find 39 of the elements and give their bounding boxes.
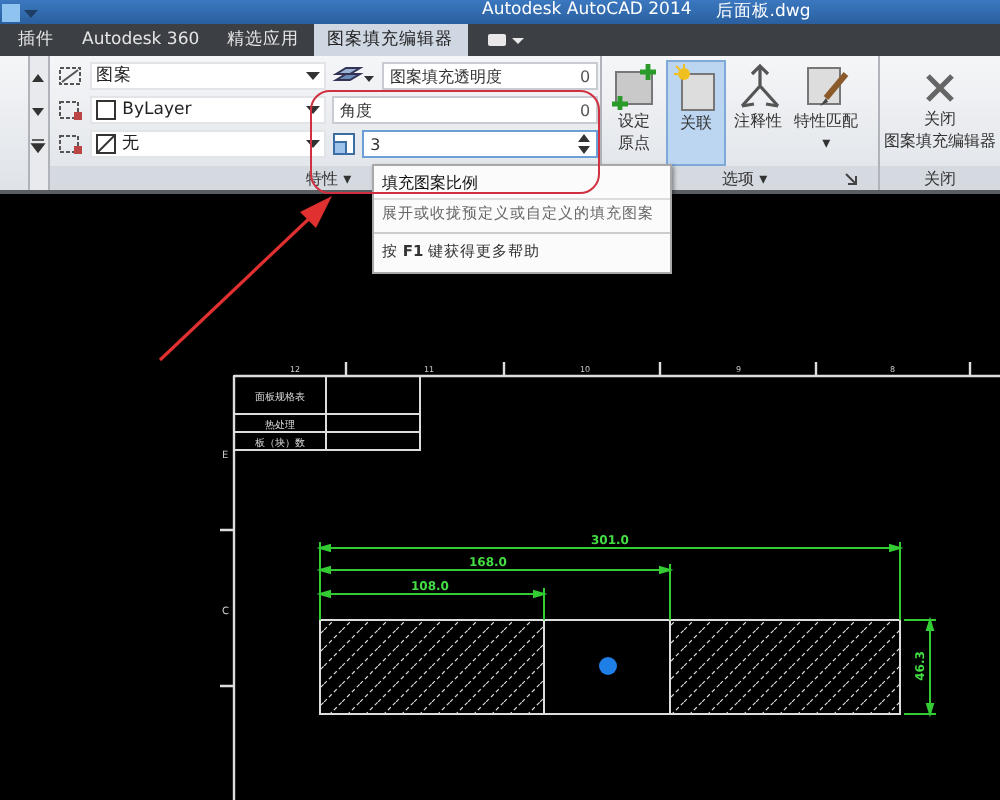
- tool-button[interactable]: 注释性: [730, 60, 787, 166]
- scroll-up-icon[interactable]: [30, 69, 47, 85]
- sun-square-icon: [672, 64, 721, 112]
- origin-plus-icon: [610, 62, 659, 110]
- hatch-layer-icon: [56, 98, 85, 122]
- point-marker: [599, 657, 617, 675]
- tool-button[interactable]: 关联: [666, 60, 727, 166]
- hatch-pattern-icon: [56, 64, 85, 88]
- file-name: 后面板.dwg: [715, 0, 811, 24]
- scale-field[interactable]: 3: [362, 130, 599, 158]
- background-dropdown[interactable]: 无: [90, 130, 327, 158]
- dropdown-icon[interactable]: [306, 104, 321, 116]
- angle-field[interactable]: 角度 0: [332, 96, 599, 124]
- ribbon-tab[interactable]: Autodesk 360: [68, 24, 214, 56]
- panel-title: 关闭: [924, 167, 956, 189]
- dropdown-icon[interactable]: [306, 70, 321, 82]
- expand-icon[interactable]: [30, 137, 47, 153]
- tool-button[interactable]: 特性匹配 ▾: [790, 60, 863, 166]
- spinner-icon[interactable]: [578, 132, 591, 156]
- pattern-dropdown[interactable]: 图案: [90, 62, 327, 90]
- dialog-launcher-icon[interactable]: [844, 171, 858, 185]
- scale-icon: [332, 132, 357, 156]
- dropdown-icon[interactable]: [306, 138, 321, 150]
- ribbon-tab[interactable]: 精选应用: [213, 24, 314, 56]
- panel-title[interactable]: 选项 ▾: [722, 167, 768, 189]
- tab-options-icon[interactable]: [483, 30, 528, 50]
- color-swatch-icon: [96, 100, 117, 120]
- hatch-layer-icon: [56, 132, 85, 156]
- tool-button[interactable]: 设定 原点: [606, 60, 663, 166]
- close-editor-button[interactable]: 关闭 图案填充编辑器: [880, 56, 1000, 166]
- scroll-down-icon[interactable]: [30, 103, 47, 119]
- ribbon-tab[interactable]: 图案填充编辑器: [313, 24, 468, 56]
- ribbon-tab[interactable]: 插件: [4, 24, 68, 56]
- brush-icon: [802, 62, 851, 110]
- color-dropdown[interactable]: ByLayer: [90, 96, 327, 124]
- quick-access-icon[interactable]: [2, 3, 20, 21]
- app-title: Autodesk AutoCAD 2014: [482, 0, 692, 24]
- no-color-swatch-icon: [96, 134, 117, 154]
- transparency-field[interactable]: 图案填充透明度 0: [382, 62, 599, 90]
